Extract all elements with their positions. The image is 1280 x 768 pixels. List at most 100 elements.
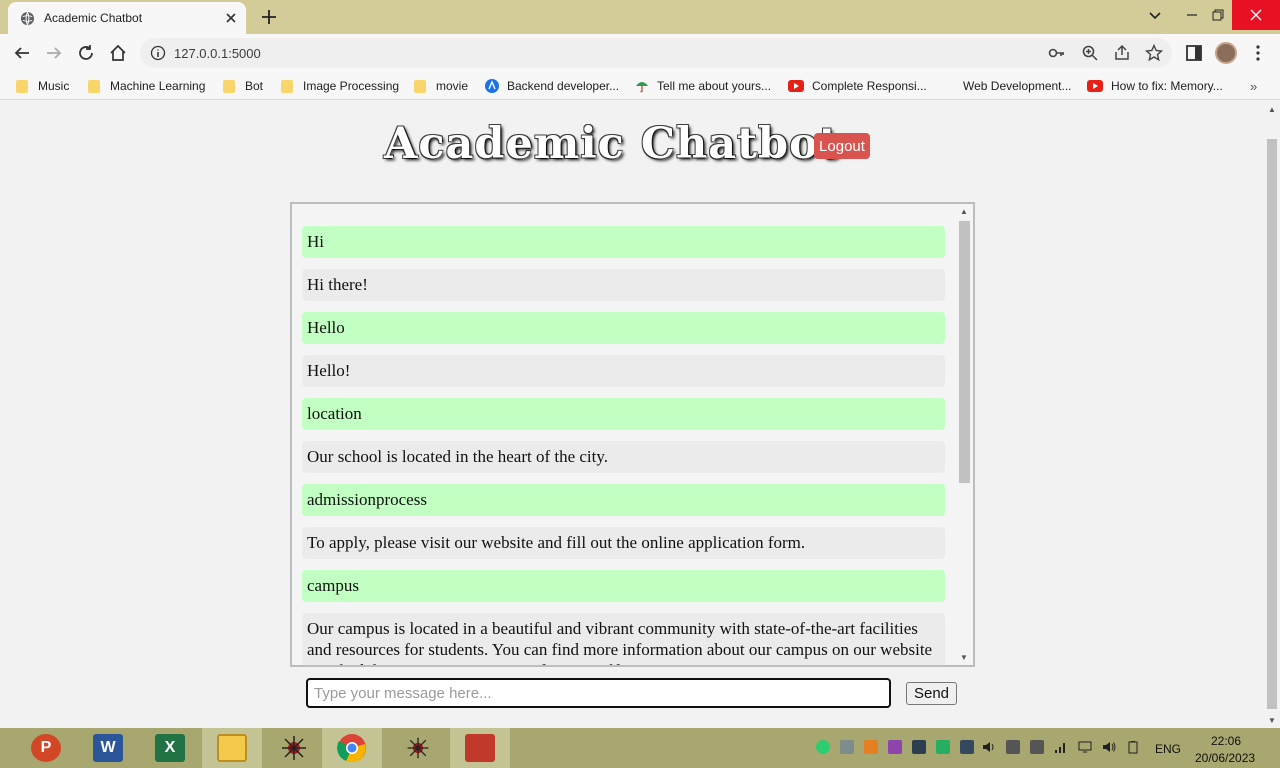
bookmark-web-development[interactable]: Web Development... [963, 77, 1072, 95]
windows-taskbar: P W X ENG 22:06 20/06/2023 [0, 728, 1280, 768]
bookmark-label: Backend developer... [507, 79, 620, 93]
language-indicator[interactable]: ENG [1155, 742, 1181, 756]
folder-icon [414, 79, 426, 93]
folder-icon [281, 79, 293, 93]
tray-app-icon[interactable] [912, 740, 926, 754]
taskbar-excel[interactable]: X [140, 728, 200, 768]
taskbar-file-explorer[interactable] [202, 728, 262, 768]
volume-icon[interactable] [982, 740, 996, 754]
bookmark-movie[interactable]: movie [414, 77, 468, 95]
bookmark-label: Music [38, 79, 70, 93]
star-icon[interactable] [1145, 44, 1163, 62]
security-icon[interactable] [816, 740, 830, 754]
window-close-icon[interactable] [1232, 0, 1280, 30]
bookmark-complete-responsive[interactable]: Complete Responsi... [788, 77, 927, 95]
bookmark-bot[interactable]: Bot [223, 77, 263, 95]
bookmark-machine-learning[interactable]: Machine Learning [88, 77, 205, 95]
tab-search-chevron-icon[interactable] [1135, 0, 1175, 30]
taskbar-app[interactable] [450, 728, 510, 768]
bookmark-image-processing[interactable]: Image Processing [281, 77, 399, 95]
scroll-up-icon[interactable]: ▲ [960, 207, 968, 216]
user-message: admissionprocess [302, 484, 945, 516]
bot-message: To apply, please visit our website and f… [302, 527, 945, 559]
zoom-icon[interactable] [1081, 44, 1099, 62]
battery-icon[interactable] [1126, 740, 1140, 754]
chat-scrollbar-thumb[interactable] [959, 221, 970, 483]
logout-button[interactable]: Logout [814, 133, 870, 159]
bookmarks-bar: Music Machine Learning Bot Image Process… [0, 72, 1280, 100]
bookmark-tell-me-about[interactable]: Tell me about yours... [635, 77, 771, 95]
display-icon[interactable] [1078, 740, 1092, 754]
taskbar-chrome[interactable] [322, 728, 382, 768]
network-icon[interactable] [1054, 740, 1068, 754]
back-icon[interactable] [11, 42, 33, 64]
taskbar-word[interactable]: W [78, 728, 138, 768]
bookmark-how-to-fix-memory[interactable]: How to fix: Memory... [1087, 77, 1223, 95]
home-icon[interactable] [107, 42, 129, 64]
chevron-right-double-icon[interactable]: » [1250, 79, 1257, 94]
scroll-up-icon[interactable]: ▲ [1268, 105, 1276, 114]
spider-icon [282, 736, 306, 760]
user-message: location [302, 398, 945, 430]
bookmark-label: Image Processing [303, 79, 400, 93]
taskbar-app[interactable] [388, 728, 448, 768]
folder-icon [217, 734, 247, 762]
info-icon[interactable] [150, 45, 166, 61]
message-list: Hi Hi there! Hello Hello! location Our s… [302, 226, 947, 665]
umbrella-icon [636, 82, 648, 93]
chat-scrollbar[interactable]: ▲ ▼ [956, 204, 973, 665]
page-scrollbar[interactable]: ▲ ▼ [1264, 101, 1280, 728]
scroll-down-icon[interactable]: ▼ [1268, 716, 1276, 725]
key-icon[interactable] [1048, 44, 1066, 62]
tab-strip: Academic Chatbot [0, 0, 1280, 34]
tray-app-icon[interactable] [1030, 740, 1044, 754]
browser-toolbar: 127.0.0.1:5000 [0, 34, 1280, 72]
tray-app-icon[interactable] [960, 740, 974, 754]
clock-date[interactable]: 20/06/2023 [1195, 751, 1255, 765]
send-button[interactable]: Send [906, 682, 957, 705]
share-icon[interactable] [1113, 44, 1131, 62]
tray-app-icon[interactable] [1006, 740, 1020, 754]
word-icon: W [93, 734, 123, 762]
tray-app-icon[interactable] [840, 740, 854, 754]
new-tab-icon[interactable] [260, 8, 278, 26]
taskbar-powerpoint[interactable]: P [16, 728, 76, 768]
spider-icon [407, 737, 429, 759]
speaker-icon[interactable] [1102, 740, 1116, 754]
bookmark-label: Machine Learning [110, 79, 206, 93]
bot-message: Hi there! [302, 269, 945, 301]
bookmark-label: Bot [245, 79, 264, 93]
youtube-icon [788, 80, 804, 92]
bookmark-label: Web Development... [963, 79, 1072, 93]
page-scrollbar-thumb[interactable] [1267, 139, 1277, 709]
tray-app-icon[interactable] [888, 740, 902, 754]
clock-time[interactable]: 22:06 [1211, 734, 1241, 748]
bookmark-label: Tell me about yours... [657, 79, 772, 93]
bookmark-label: Complete Responsi... [812, 79, 927, 93]
browser-tab[interactable]: Academic Chatbot [8, 2, 246, 34]
chat-log[interactable]: Hi Hi there! Hello Hello! location Our s… [290, 202, 975, 667]
scroll-down-icon[interactable]: ▼ [960, 653, 968, 662]
youtube-icon [1087, 80, 1103, 92]
bookmark-label: movie [436, 79, 469, 93]
bot-message: Our campus is located in a beautiful and… [302, 613, 945, 665]
tray-app-icon[interactable] [936, 740, 950, 754]
taskbar-app[interactable] [264, 728, 324, 768]
address-bar[interactable]: 127.0.0.1:5000 [140, 38, 1172, 68]
reload-icon[interactable] [75, 42, 97, 64]
bookmark-music[interactable]: Music [16, 77, 69, 95]
app-icon [465, 734, 495, 762]
side-panel-icon[interactable] [1184, 43, 1204, 63]
folder-icon [223, 79, 235, 93]
forward-icon[interactable] [43, 42, 65, 64]
user-message: Hi [302, 226, 945, 258]
message-input[interactable] [306, 678, 891, 708]
tray-app-icon[interactable] [864, 740, 878, 754]
more-menu-icon[interactable] [1248, 43, 1268, 63]
close-icon[interactable] [223, 10, 239, 26]
url-text[interactable]: 127.0.0.1:5000 [174, 46, 261, 61]
folder-icon [88, 79, 100, 93]
bookmark-backend-developer[interactable]: Backend developer... [485, 77, 619, 95]
user-message: Hello [302, 312, 945, 344]
profile-avatar[interactable] [1215, 42, 1237, 64]
